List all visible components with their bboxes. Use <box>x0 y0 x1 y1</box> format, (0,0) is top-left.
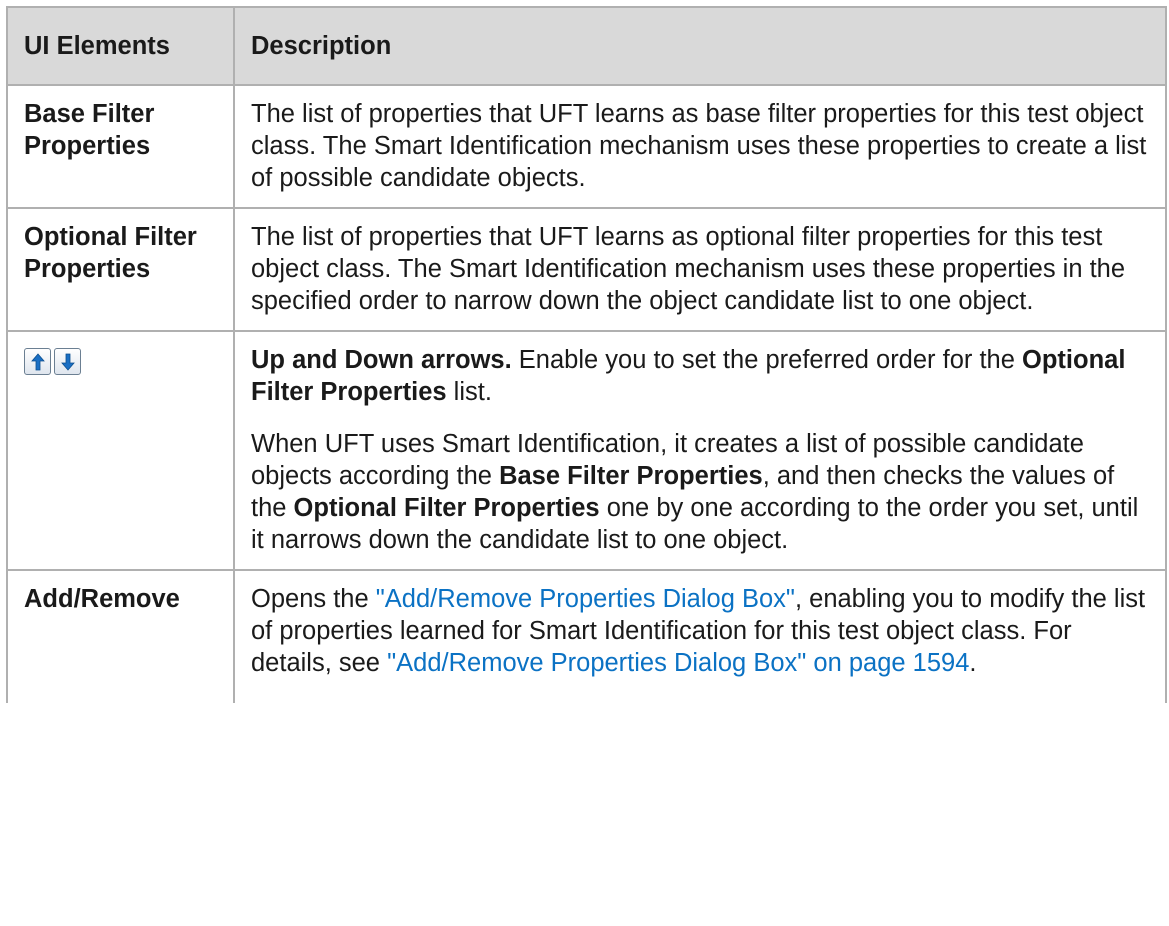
up-arrow-icon[interactable] <box>24 348 51 375</box>
table-row: Base Filter Properties The list of prope… <box>6 84 1167 209</box>
bold-text: Optional Filter Properties <box>293 494 600 522</box>
description-text: Enable you to set the preferred order fo… <box>511 346 1023 374</box>
element-description: Opens the "Add/Remove Properties Dialog … <box>233 569 1167 703</box>
table-row: Up and Down arrows. Enable you to set th… <box>6 330 1167 571</box>
table-row: Optional Filter Properties The list of p… <box>6 207 1167 332</box>
description-text: The list of properties that UFT learns a… <box>251 223 1126 315</box>
add-remove-dialog-page-link[interactable]: "Add/Remove Properties Dialog Box" on pa… <box>387 649 969 677</box>
element-description: Up and Down arrows. Enable you to set th… <box>233 330 1167 571</box>
add-remove-dialog-link[interactable]: "Add/Remove Properties Dialog Box" <box>376 585 795 613</box>
table-header-row: UI Elements Description <box>6 6 1167 86</box>
ui-elements-table: UI Elements Description Base Filter Prop… <box>6 6 1167 703</box>
description-text: Opens the <box>251 585 376 613</box>
bold-text: Base Filter Properties <box>499 462 763 490</box>
description-paragraph: When UFT uses Smart Identification, it c… <box>251 428 1149 556</box>
column-header-ui-elements: UI Elements <box>6 6 235 86</box>
table-row: Add/Remove Opens the "Add/Remove Propert… <box>6 569 1167 703</box>
column-header-description: Description <box>233 6 1167 86</box>
bold-text: Up and Down arrows. <box>251 346 512 374</box>
down-arrow-icon[interactable] <box>54 348 81 375</box>
description-text: . <box>969 649 977 677</box>
element-icons <box>6 330 235 571</box>
element-description: The list of properties that UFT learns a… <box>233 84 1167 209</box>
description-text: list. <box>446 378 492 406</box>
description-text: The list of properties that UFT learns a… <box>251 100 1147 192</box>
description-paragraph: Up and Down arrows. Enable you to set th… <box>251 344 1149 408</box>
description-paragraph: Opens the "Add/Remove Properties Dialog … <box>251 583 1149 679</box>
element-name: Base Filter Properties <box>6 84 235 209</box>
element-description: The list of properties that UFT learns a… <box>233 207 1167 332</box>
element-name: Optional Filter Properties <box>6 207 235 332</box>
element-name: Add/Remove <box>6 569 235 703</box>
